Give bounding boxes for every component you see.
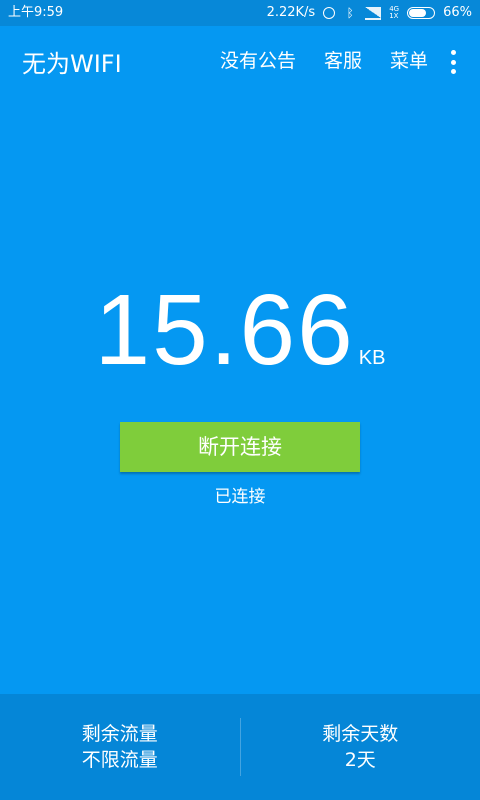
status-bar: 上午9:59 2.22K/s ᛒ 4G 1X 66% — [0, 0, 480, 26]
connection-status: 已连接 — [214, 487, 266, 507]
more-options-icon[interactable] — [450, 50, 456, 74]
footer: 剩余流量 不限流量 剩余天数 2天 — [0, 694, 480, 800]
usage-value: 15.66 — [94, 274, 355, 386]
remaining-data-label: 剩余流量 — [81, 723, 158, 745]
menu-announcement[interactable]: 没有公告 — [220, 46, 296, 73]
usage-unit: KB — [358, 347, 386, 369]
status-icons: 2.22K/s ᛒ 4G 1X 66% — [267, 0, 472, 26]
app-menu: 没有公告 客服 菜单 — [220, 46, 428, 73]
disconnect-button[interactable]: 断开连接 — [120, 422, 360, 472]
status-time: 上午9:59 — [8, 5, 64, 20]
network-type-bottom: 1X — [389, 12, 399, 20]
remaining-days: 剩余天数 2天 — [241, 694, 480, 800]
remaining-data-value: 不限流量 — [81, 749, 158, 771]
network-speed: 2.22K/s — [266, 5, 316, 20]
alarm-icon — [323, 7, 336, 19]
signal-icon — [365, 6, 382, 20]
remaining-days-label: 剩余天数 — [322, 723, 399, 745]
remaining-days-value: 2天 — [344, 749, 376, 771]
menu-menu[interactable]: 菜单 — [390, 46, 428, 73]
app-bar: 无为WIFI 没有公告 客服 菜单 — [0, 26, 480, 94]
remaining-data: 剩余流量 不限流量 — [0, 694, 240, 800]
usage-display: 15.66 KB — [0, 270, 480, 390]
bluetooth-icon: ᛒ — [346, 6, 354, 20]
battery-level: 66% — [443, 5, 472, 20]
menu-customer-service[interactable]: 客服 — [324, 46, 362, 73]
app-title: 无为WIFI — [22, 50, 122, 78]
battery-icon — [407, 7, 436, 19]
network-type: 4G 1X — [389, 6, 399, 20]
